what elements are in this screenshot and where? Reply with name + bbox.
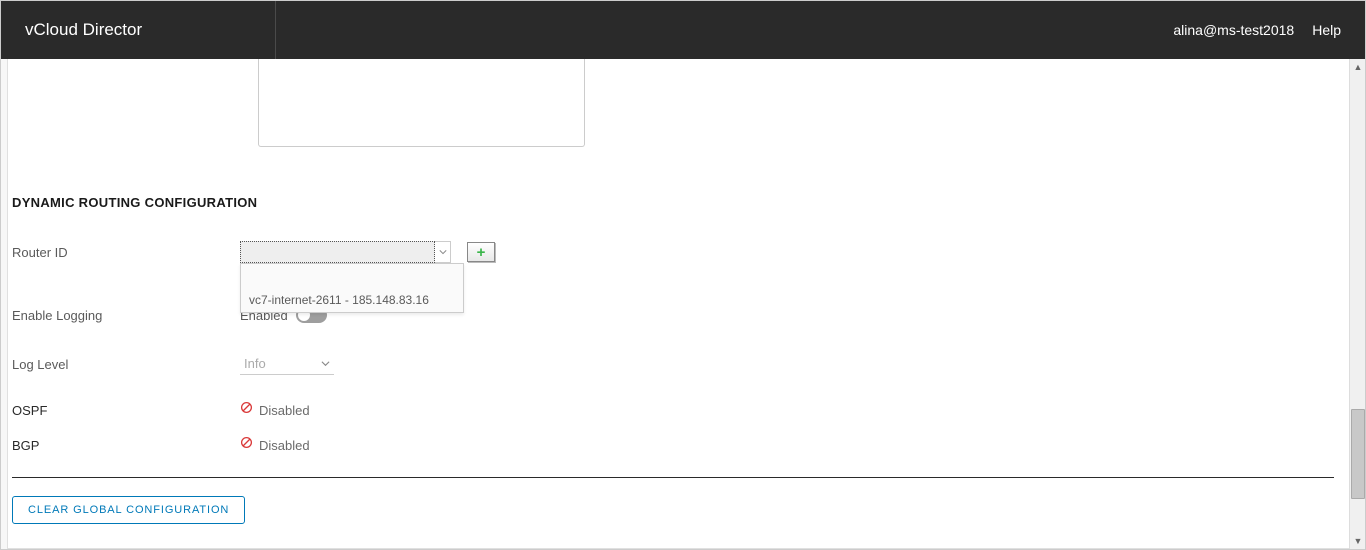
log-level-label: Log Level xyxy=(12,357,240,372)
help-link[interactable]: Help xyxy=(1312,22,1341,38)
plus-icon: + xyxy=(477,245,486,260)
bgp-status: Disabled xyxy=(240,436,310,454)
ospf-row: OSPF Disabled xyxy=(12,401,1360,419)
user-menu-link[interactable]: alina@ms-test2018 xyxy=(1173,22,1294,38)
clear-global-config-button[interactable]: CLEAR GLOBAL CONFIGURATION xyxy=(12,496,245,524)
router-id-dropdown[interactable]: vc7-internet-2611 - 185.148.83.16 xyxy=(240,241,451,263)
log-level-select[interactable]: Info xyxy=(240,353,334,375)
router-id-label: Router ID xyxy=(12,245,240,260)
section-divider xyxy=(12,477,1334,478)
ospf-status-text: Disabled xyxy=(259,403,310,418)
scroll-up-arrow[interactable]: ▲ xyxy=(1350,59,1365,75)
header-divider xyxy=(275,1,276,59)
app-title: vCloud Director xyxy=(25,20,142,40)
dropdown-blank-option[interactable] xyxy=(241,264,463,290)
disabled-icon xyxy=(240,436,253,454)
bgp-row: BGP Disabled xyxy=(12,436,1360,454)
app-header: vCloud Director alina@ms-test2018 Help xyxy=(1,1,1365,59)
bgp-status-text: Disabled xyxy=(259,438,310,453)
log-level-row: Log Level Info xyxy=(12,353,1360,375)
section-heading: DYNAMIC ROUTING CONFIGURATION xyxy=(12,195,257,210)
dropdown-option[interactable]: vc7-internet-2611 - 185.148.83.16 xyxy=(241,290,463,312)
content-wrapper: DYNAMIC ROUTING CONFIGURATION Router ID … xyxy=(1,59,1365,549)
router-id-row: Router ID vc7-internet-2611 - 185.148.83… xyxy=(12,241,1360,263)
disabled-icon xyxy=(240,401,253,419)
vertical-scrollbar[interactable]: ▲ ▼ xyxy=(1349,59,1365,549)
ospf-status: Disabled xyxy=(240,401,310,419)
bgp-label: BGP xyxy=(12,438,240,453)
enable-logging-row: Enable Logging Enabled xyxy=(12,307,1360,323)
router-id-caret[interactable] xyxy=(435,241,451,263)
router-id-input[interactable] xyxy=(240,241,435,263)
scrollbar-thumb[interactable] xyxy=(1351,409,1365,499)
router-id-add-button[interactable]: + xyxy=(467,242,495,262)
ospf-label: OSPF xyxy=(12,403,240,418)
prior-textarea[interactable] xyxy=(258,59,585,147)
scroll-down-arrow[interactable]: ▼ xyxy=(1350,533,1365,549)
header-right: alina@ms-test2018 Help xyxy=(1173,22,1341,38)
enable-logging-label: Enable Logging xyxy=(12,308,240,323)
router-id-dropdown-panel: vc7-internet-2611 - 185.148.83.16 xyxy=(240,263,464,313)
chevron-down-icon xyxy=(439,248,447,256)
chevron-down-icon xyxy=(321,355,330,373)
log-level-value: Info xyxy=(244,356,266,371)
content-panel: DYNAMIC ROUTING CONFIGURATION Router ID … xyxy=(7,59,1357,549)
